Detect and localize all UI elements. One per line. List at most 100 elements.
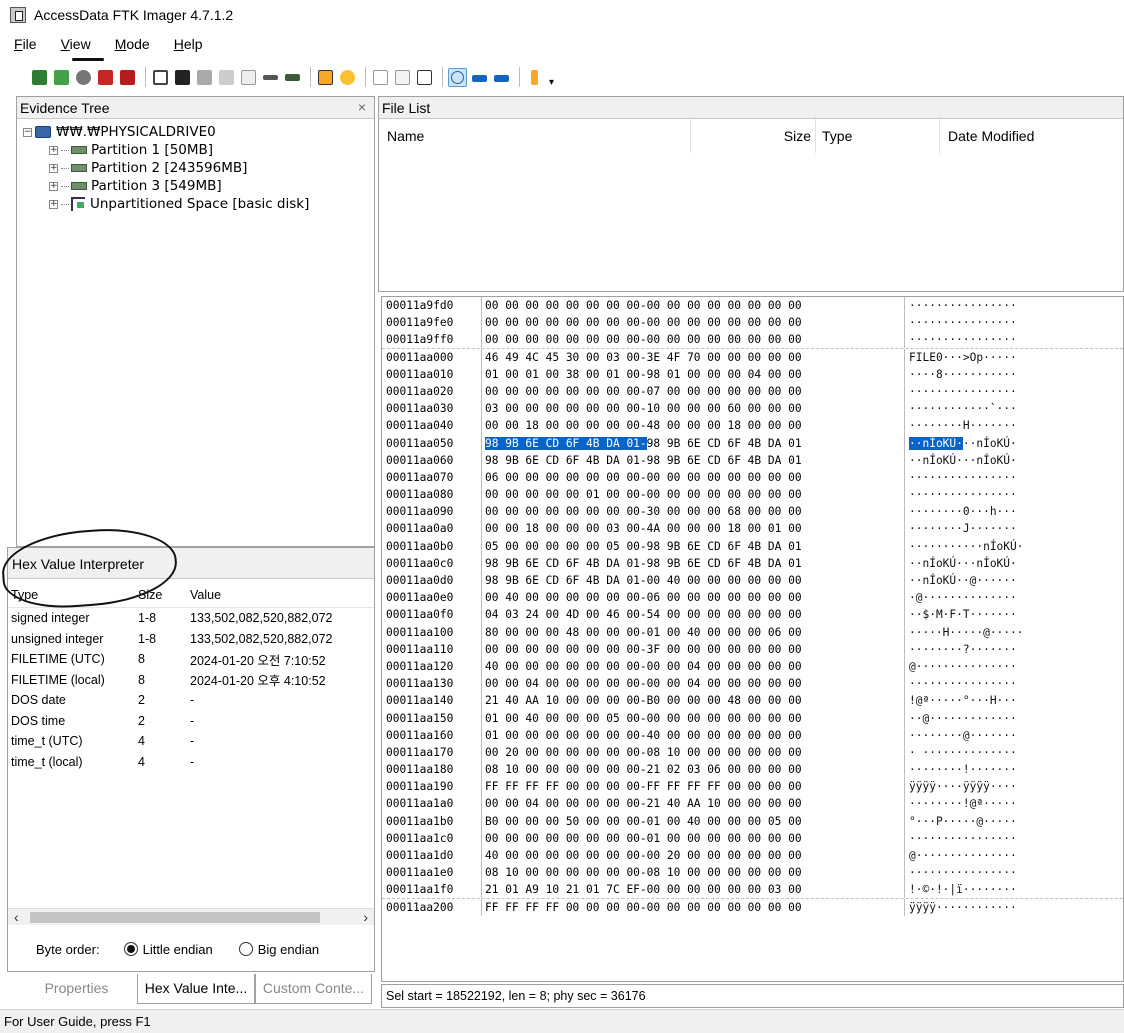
tab-properties[interactable]: Properties	[16, 974, 137, 1004]
hex-bytes[interactable]: 00 00 00 00 00 00 00 00-00 00 00 00 00 0…	[481, 297, 904, 315]
hex-ascii[interactable]: ········H·······	[904, 417, 1017, 435]
column-header-size[interactable]: Size	[130, 588, 182, 602]
tree-item-partition-1[interactable]: + Partition 1 [50MB]	[23, 141, 374, 159]
export-files-icon[interactable]	[283, 68, 302, 87]
export-logical-image-icon[interactable]	[195, 68, 214, 87]
hex-row[interactable]: 00011a9fd0 00 00 00 00 00 00 00 00-00 00 …	[382, 297, 1123, 315]
hex-bytes[interactable]: 06 00 00 00 00 00 00 00-00 00 00 00 00 0…	[481, 468, 904, 487]
view-files-in-plain-text-icon[interactable]	[415, 68, 434, 87]
hex-row[interactable]: 00011aa180 08 10 00 00 00 00 00 00-21 02 …	[382, 761, 1123, 779]
hex-row[interactable]: 00011aa0a0 00 00 18 00 00 00 03 00-4A 00 …	[382, 520, 1123, 538]
hex-bytes[interactable]: 03 00 00 00 00 00 00 00-10 00 00 00 60 0…	[481, 400, 904, 418]
hex-bytes[interactable]: 21 01 A9 10 21 01 7C EF-00 00 00 00 00 0…	[481, 881, 904, 898]
create-disk-image-icon[interactable]	[151, 68, 170, 87]
hex-row[interactable]: 00011aa090 00 00 00 00 00 00 00 00-30 00 …	[382, 503, 1123, 521]
hex-bytes[interactable]: FF FF FF FF 00 00 00 00-FF FF FF FF 00 0…	[481, 778, 904, 796]
hex-ascii[interactable]: ····8···········	[904, 365, 1017, 383]
column-header-type[interactable]: Type	[8, 588, 130, 602]
menu-file[interactable]: File	[10, 34, 41, 54]
hex-bytes[interactable]: 40 00 00 00 00 00 00 00-00 20 00 00 00 0…	[481, 847, 904, 865]
menu-mode[interactable]: Mode	[111, 34, 154, 54]
hex-ascii[interactable]: ········?·······	[904, 640, 1017, 658]
add-all-attached-devices-icon[interactable]	[52, 68, 71, 87]
hex-bytes[interactable]: 00 00 04 00 00 00 00 00-21 40 AA 10 00 0…	[481, 795, 904, 813]
hex-bytes[interactable]: 01 00 00 00 00 00 00 00-40 00 00 00 00 0…	[481, 726, 904, 744]
unselected-bytes[interactable]: 98 9B 6E CD 6F 4B DA 01	[647, 437, 802, 450]
hex-ascii[interactable]: @···············	[904, 657, 1017, 676]
hex-ascii[interactable]: ··nÍoKÚ··@······	[904, 572, 1017, 590]
hex-row[interactable]: 00011aa120 40 00 00 00 00 00 00 00-00 00 …	[382, 657, 1123, 676]
hex-bytes[interactable]: 98 9B 6E CD 6F 4B DA 01-00 40 00 00 00 0…	[481, 572, 904, 590]
hex-bytes[interactable]: 98 9B 6E CD 6F 4B DA 01-98 9B 6E CD 6F 4…	[481, 434, 904, 452]
hex-ascii[interactable]: ··@·············	[904, 709, 1017, 727]
hex-row[interactable]: 00011aa1d0 40 00 00 00 00 00 00 00-00 20 …	[382, 847, 1123, 865]
hex-ascii[interactable]: ········@·······	[904, 726, 1017, 744]
selected-bytes[interactable]: 98 9B 6E CD 6F 4B DA 01-	[485, 436, 647, 450]
hex-ascii[interactable]: ·@··············	[904, 589, 1017, 607]
hex-row[interactable]: 00011aa080 00 00 00 00 00 01 00 00-00 00 …	[382, 486, 1123, 504]
hex-bytes[interactable]: 00 00 04 00 00 00 00 00-00 00 04 00 00 0…	[481, 675, 904, 693]
hex-bytes[interactable]: 05 00 00 00 00 00 05 00-98 9B 6E CD 6F 4…	[481, 537, 904, 555]
interpreter-row[interactable]: DOS time 2 -	[8, 711, 374, 732]
add-to-custom-content-icon[interactable]	[338, 68, 357, 87]
tree-item-partition-3[interactable]: + Partition 3 [549MB]	[23, 177, 374, 195]
hex-ascii[interactable]: ···········nÍoKÚ·	[904, 537, 1024, 555]
hex-ascii[interactable]: ················	[904, 486, 1017, 504]
hex-ascii[interactable]: ÿÿÿÿ····ÿÿÿÿ····	[904, 778, 1017, 796]
help-icon[interactable]	[525, 68, 544, 87]
scrollbar-thumb[interactable]	[30, 912, 320, 923]
hex-bytes[interactable]: 00 40 00 00 00 00 00 00-06 00 00 00 00 0…	[481, 589, 904, 607]
interpreter-row[interactable]: FILETIME (local) 8 2024-01-20 오후 4:10:52	[8, 670, 374, 691]
interpreter-row[interactable]: time_t (UTC) 4 -	[8, 731, 374, 752]
tab-custom-content[interactable]: Custom Conte...	[255, 974, 372, 1004]
hex-viewer[interactable]: 00011a9fd0 00 00 00 00 00 00 00 00-00 00 …	[381, 296, 1124, 982]
interpreter-row[interactable]: time_t (local) 4 -	[8, 752, 374, 773]
hex-ascii[interactable]: ········!@ª·····	[904, 795, 1017, 813]
detect-efs-icon[interactable]	[261, 68, 280, 87]
hex-ascii[interactable]: ············`···	[904, 400, 1017, 418]
expand-icon[interactable]: +	[49, 145, 58, 155]
hex-bytes[interactable]: 40 00 00 00 00 00 00 00-00 00 04 00 00 0…	[481, 657, 904, 676]
big-endian-option[interactable]: Big endian	[238, 942, 319, 957]
interpreter-row[interactable]: FILETIME (UTC) 8 2024-01-20 오전 7:10:52	[8, 649, 374, 670]
hex-row[interactable]: 00011aa050 98 9B 6E CD 6F 4B DA 01-98 9B …	[382, 434, 1123, 452]
tree-root[interactable]: − ₩₩.₩PHYSICALDRIVE0	[23, 123, 374, 141]
hex-row[interactable]: 00011aa070 06 00 00 00 00 00 00 00-00 00 …	[382, 468, 1123, 487]
create-custom-content-image-icon[interactable]	[371, 68, 390, 87]
hex-bytes[interactable]: 46 49 4C 45 30 00 03 00-3E 4F 70 00 00 0…	[481, 348, 904, 366]
interpreter-row[interactable]: DOS date 2 -	[8, 690, 374, 711]
hex-ascii[interactable]: ················	[904, 675, 1017, 693]
hex-ascii[interactable]: ··$·M·F·T·······	[904, 606, 1017, 624]
unselected-ascii[interactable]: ··nÍoKÚ·	[963, 437, 1017, 450]
hex-row[interactable]: 00011aa170 00 20 00 00 00 00 00 00-08 10 …	[382, 743, 1123, 762]
image-mounting-icon[interactable]	[74, 68, 93, 87]
hex-row[interactable]: 00011aa0b0 05 00 00 00 00 00 05 00-98 9B …	[382, 537, 1123, 555]
export-file-hash-list-icon[interactable]	[316, 68, 335, 87]
hex-ascii[interactable]: @···············	[904, 847, 1017, 865]
tree-item-unpartitioned[interactable]: + Unpartitioned Space [basic disk]	[23, 195, 374, 213]
hex-row[interactable]: 00011aa060 98 9B 6E CD 6F 4B DA 01-98 9B …	[382, 451, 1123, 469]
collapse-icon[interactable]: −	[23, 127, 32, 137]
toolbar-overflow-chevron-icon[interactable]: ▾	[549, 77, 554, 88]
obtain-protected-files-icon[interactable]	[239, 68, 258, 87]
hex-bytes[interactable]: 00 00 00 00 00 00 00 00-00 00 00 00 00 0…	[481, 314, 904, 332]
hex-ascii[interactable]: °···P·····@·····	[904, 812, 1017, 830]
column-header-name[interactable]: Name	[379, 119, 691, 153]
hex-row[interactable]: 00011aa010 01 00 01 00 38 00 01 00-98 01 …	[382, 365, 1123, 383]
hex-ascii[interactable]: ··nÍoKÚ···nÍoKÚ·	[904, 434, 1017, 452]
interpreter-row[interactable]: unsigned integer 1-8 133,502,082,520,882,0…	[8, 629, 374, 650]
view-files-in-hex-mode-icon[interactable]	[470, 68, 489, 87]
hex-row[interactable]: 00011aa140 21 40 AA 10 00 00 00 00-B0 00 …	[382, 692, 1123, 710]
hex-bytes[interactable]: 98 9B 6E CD 6F 4B DA 01-98 9B 6E CD 6F 4…	[481, 451, 904, 469]
scroll-right-icon[interactable]: ›	[363, 909, 368, 925]
hex-ascii[interactable]: ········J·······	[904, 520, 1017, 538]
hex-ascii[interactable]: ········!·······	[904, 761, 1017, 779]
hex-ascii[interactable]: ················	[904, 314, 1017, 332]
hex-bytes[interactable]: 04 03 24 00 4D 00 46 00-54 00 00 00 00 0…	[481, 606, 904, 624]
hex-ascii[interactable]: ················	[904, 829, 1017, 847]
column-header-size[interactable]: Size	[691, 119, 816, 153]
hex-bytes[interactable]: 00 00 00 00 00 00 00 00-07 00 00 00 00 0…	[481, 382, 904, 401]
tab-hex-value-interpreter[interactable]: Hex Value Inte...	[137, 974, 255, 1004]
hex-bytes[interactable]: 00 00 00 00 00 00 00 00-3F 00 00 00 00 0…	[481, 640, 904, 658]
hex-ascii[interactable]: ················	[904, 297, 1017, 315]
